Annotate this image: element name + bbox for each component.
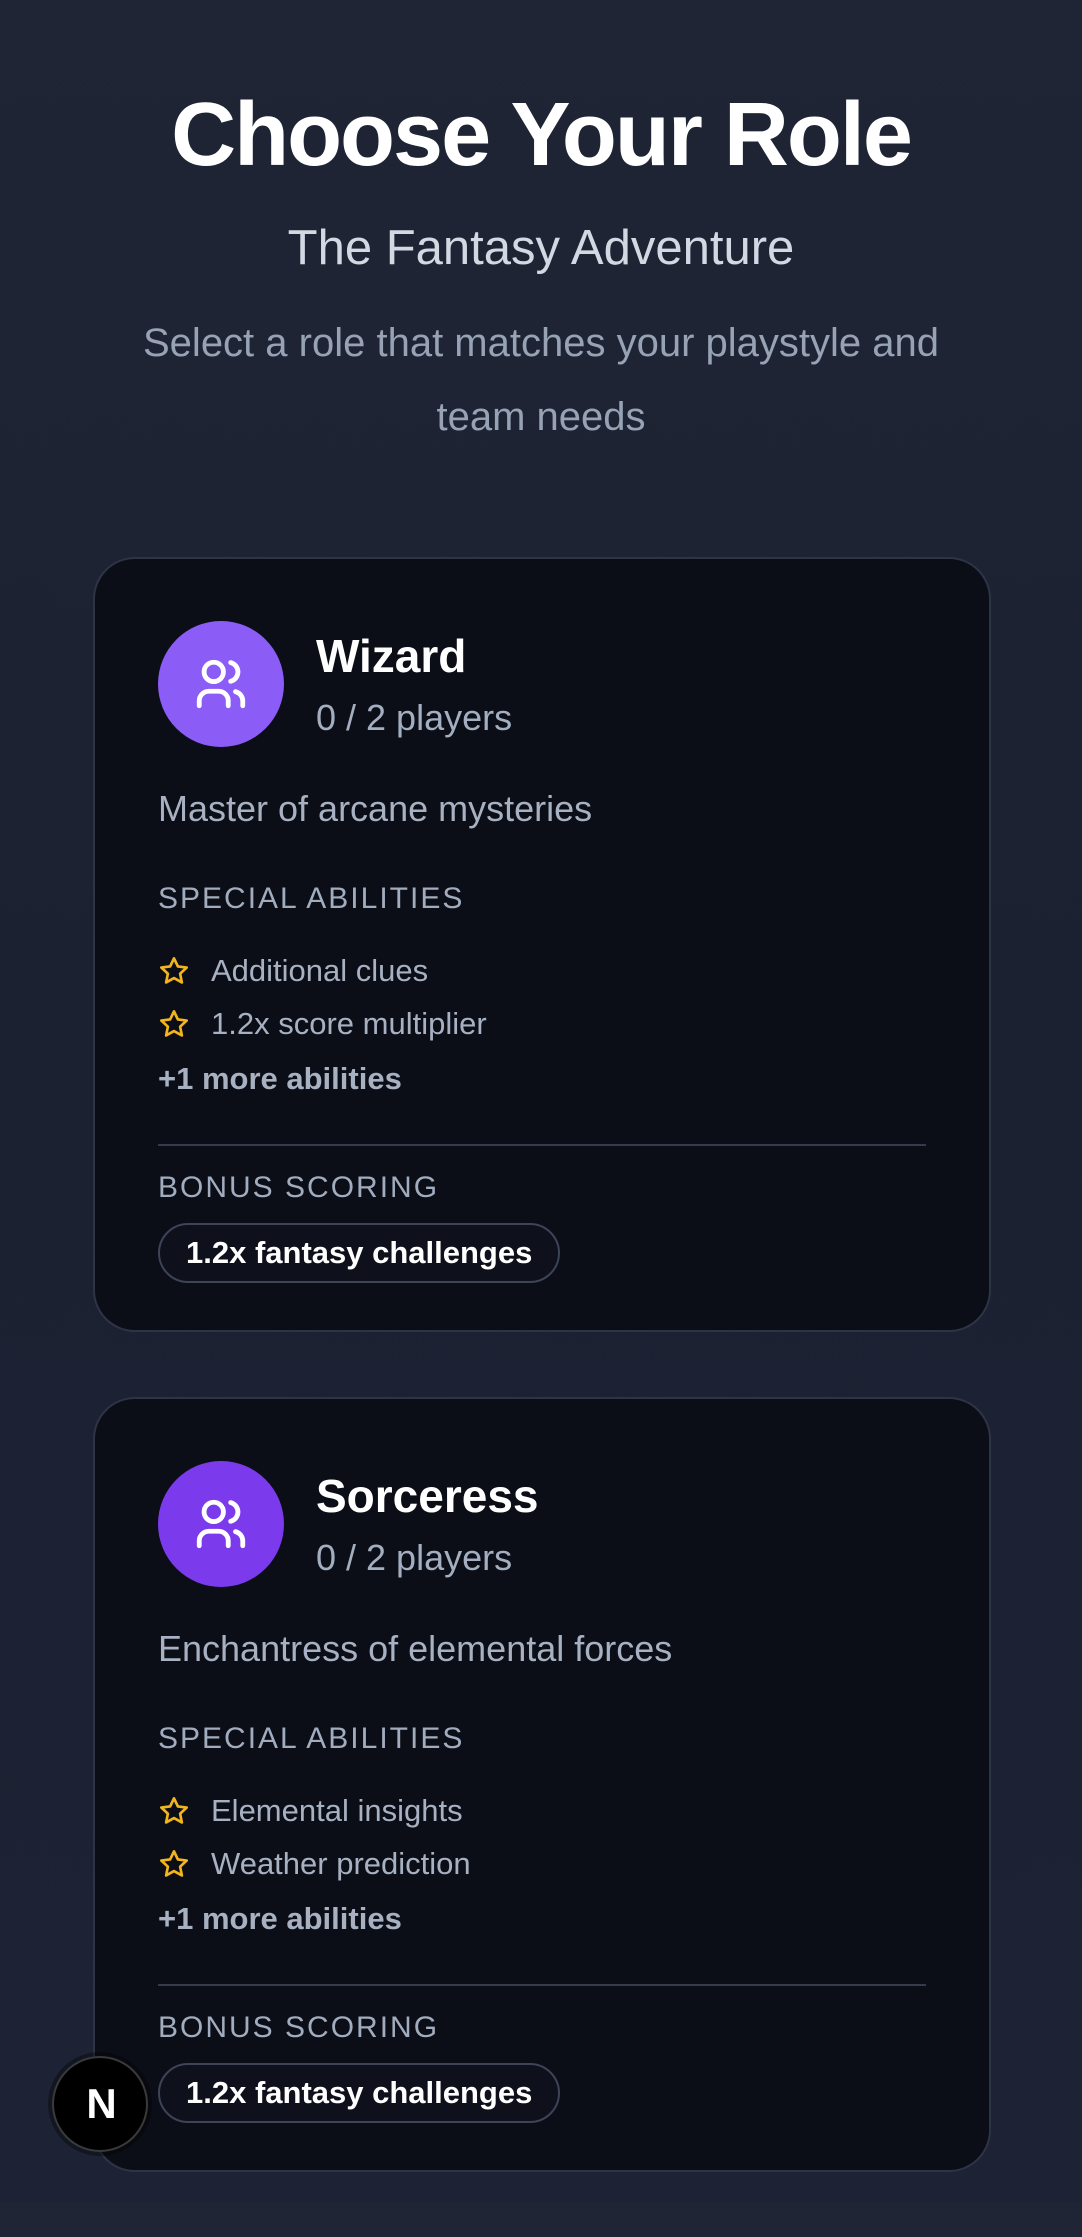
divider <box>158 1144 926 1146</box>
role-card-sorceress[interactable]: Sorceress 0 / 2 players Enchantress of e… <box>93 1397 991 2172</box>
nextjs-logo-button[interactable]: N <box>52 2056 148 2152</box>
star-icon <box>160 1849 188 1877</box>
page-title: Choose Your Role <box>171 85 913 185</box>
role-meta: Sorceress 0 / 2 players <box>316 1469 539 1578</box>
player-count: 0 / 2 players <box>316 1536 513 1578</box>
bonus-label: BONUS SCORING <box>158 2011 440 2044</box>
role-list: Wizard 0 / 2 players Master of arcane my… <box>93 557 991 2237</box>
role-description: Master of arcane mysteries <box>158 788 593 829</box>
bonus-label: BONUS SCORING <box>158 1171 440 1204</box>
ability-item: Weather prediction <box>158 1837 926 1890</box>
page-description: Select a role that matches your playstyl… <box>143 320 939 439</box>
users-icon <box>196 1499 246 1549</box>
users-icon <box>196 659 246 709</box>
ability-list: Elemental insights Weather prediction <box>158 1784 926 1890</box>
role-card-header: Wizard 0 / 2 players <box>158 621 926 747</box>
more-abilities: +1 more abilities <box>158 1061 402 1096</box>
page-header: Choose Your Role The Fantasy Adventure S… <box>0 0 1082 454</box>
more-abilities: +1 more abilities <box>158 1901 402 1936</box>
ability-text: 1.2x score multiplier <box>211 1005 487 1041</box>
role-avatar <box>158 621 284 747</box>
abilities-label: SPECIAL ABILITIES <box>158 1722 465 1755</box>
ability-item: 1.2x score multiplier <box>158 997 926 1050</box>
player-count: 0 / 2 players <box>316 696 513 738</box>
bonus-badge: 1.2x fantasy challenges <box>158 2063 561 2123</box>
ability-item: Additional clues <box>158 944 926 997</box>
role-avatar <box>158 1461 284 1587</box>
role-description: Enchantress of elemental forces <box>158 1628 673 1669</box>
role-meta: Wizard 0 / 2 players <box>316 629 512 738</box>
ability-text: Elemental insights <box>211 1792 463 1828</box>
divider <box>158 1984 926 1986</box>
role-name: Wizard <box>316 630 467 683</box>
role-card-wizard[interactable]: Wizard 0 / 2 players Master of arcane my… <box>93 557 991 1332</box>
role-name: Sorceress <box>316 1470 539 1523</box>
ability-text: Additional clues <box>211 952 429 988</box>
ability-list: Additional clues 1.2x score multiplier <box>158 944 926 1050</box>
bonus-badge: 1.2x fantasy challenges <box>158 1223 561 1283</box>
abilities-label: SPECIAL ABILITIES <box>158 882 465 915</box>
star-icon <box>160 1009 188 1037</box>
nextjs-logo-icon: N <box>86 2080 116 2127</box>
page-subtitle: The Fantasy Adventure <box>287 221 795 275</box>
ability-text: Weather prediction <box>211 1845 471 1881</box>
star-icon <box>160 1796 188 1824</box>
star-icon <box>160 956 188 984</box>
role-card-header: Sorceress 0 / 2 players <box>158 1461 926 1587</box>
ability-item: Elemental insights <box>158 1784 926 1837</box>
